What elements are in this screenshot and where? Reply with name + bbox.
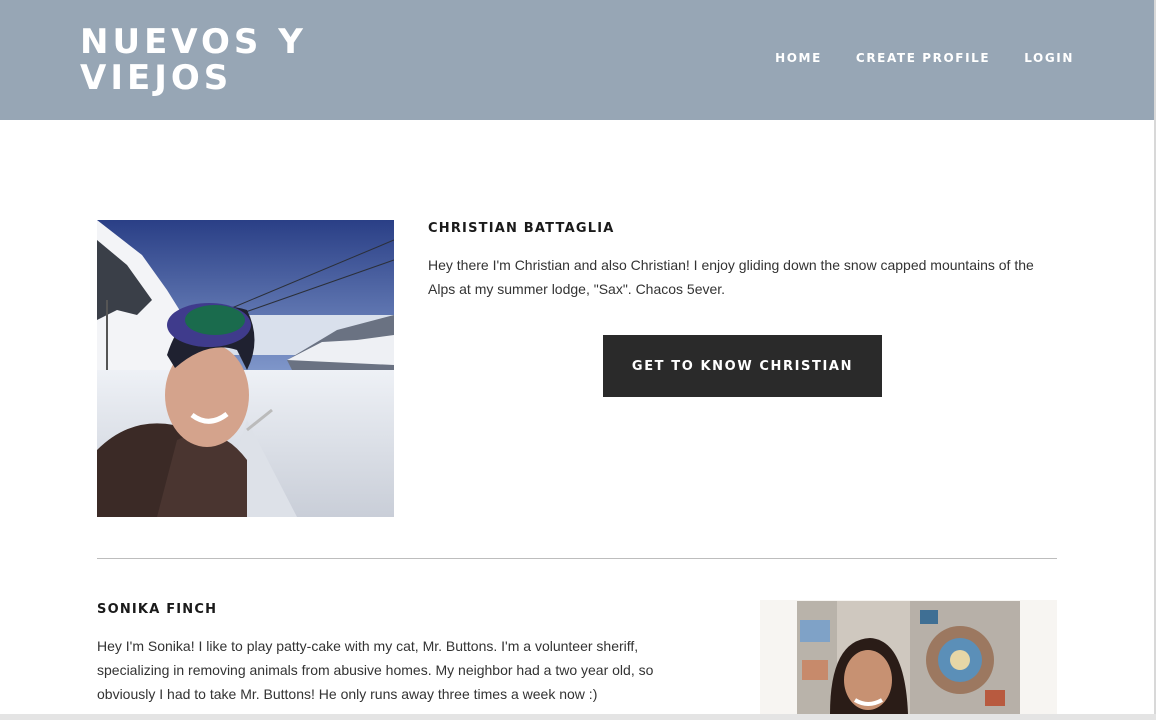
sonika-photo-illustration	[760, 600, 1057, 714]
bottom-edge	[0, 714, 1156, 720]
nav-login-link[interactable]: LOGIN	[1024, 51, 1074, 65]
profile-bio-christian: Hey there I'm Christian and also Christi…	[428, 257, 1034, 297]
profile-bio-sonika: Hey I'm Sonika! I like to play patty-cak…	[97, 638, 654, 702]
profile-photo-sonika	[760, 600, 1057, 714]
christian-photo-illustration	[97, 220, 394, 517]
site-header: NUEVOS Y VIEJOS HOME CREATE PROFILE LOGI…	[0, 0, 1156, 120]
profile-name-sonika: SONIKA FINCH	[97, 602, 218, 617]
section-divider	[97, 558, 1057, 559]
get-to-know-christian-button[interactable]: GET TO KNOW CHRISTIAN	[603, 335, 882, 397]
nav-home-link[interactable]: HOME	[775, 51, 822, 65]
profile-name-christian: CHRISTIAN BATTAGLIA	[428, 221, 615, 236]
nav-create-profile-link[interactable]: CREATE PROFILE	[856, 51, 990, 65]
profile-photo-christian	[97, 220, 394, 517]
main-nav: HOME CREATE PROFILE LOGIN	[775, 51, 1074, 65]
site-logo[interactable]: NUEVOS Y VIEJOS	[80, 24, 340, 96]
